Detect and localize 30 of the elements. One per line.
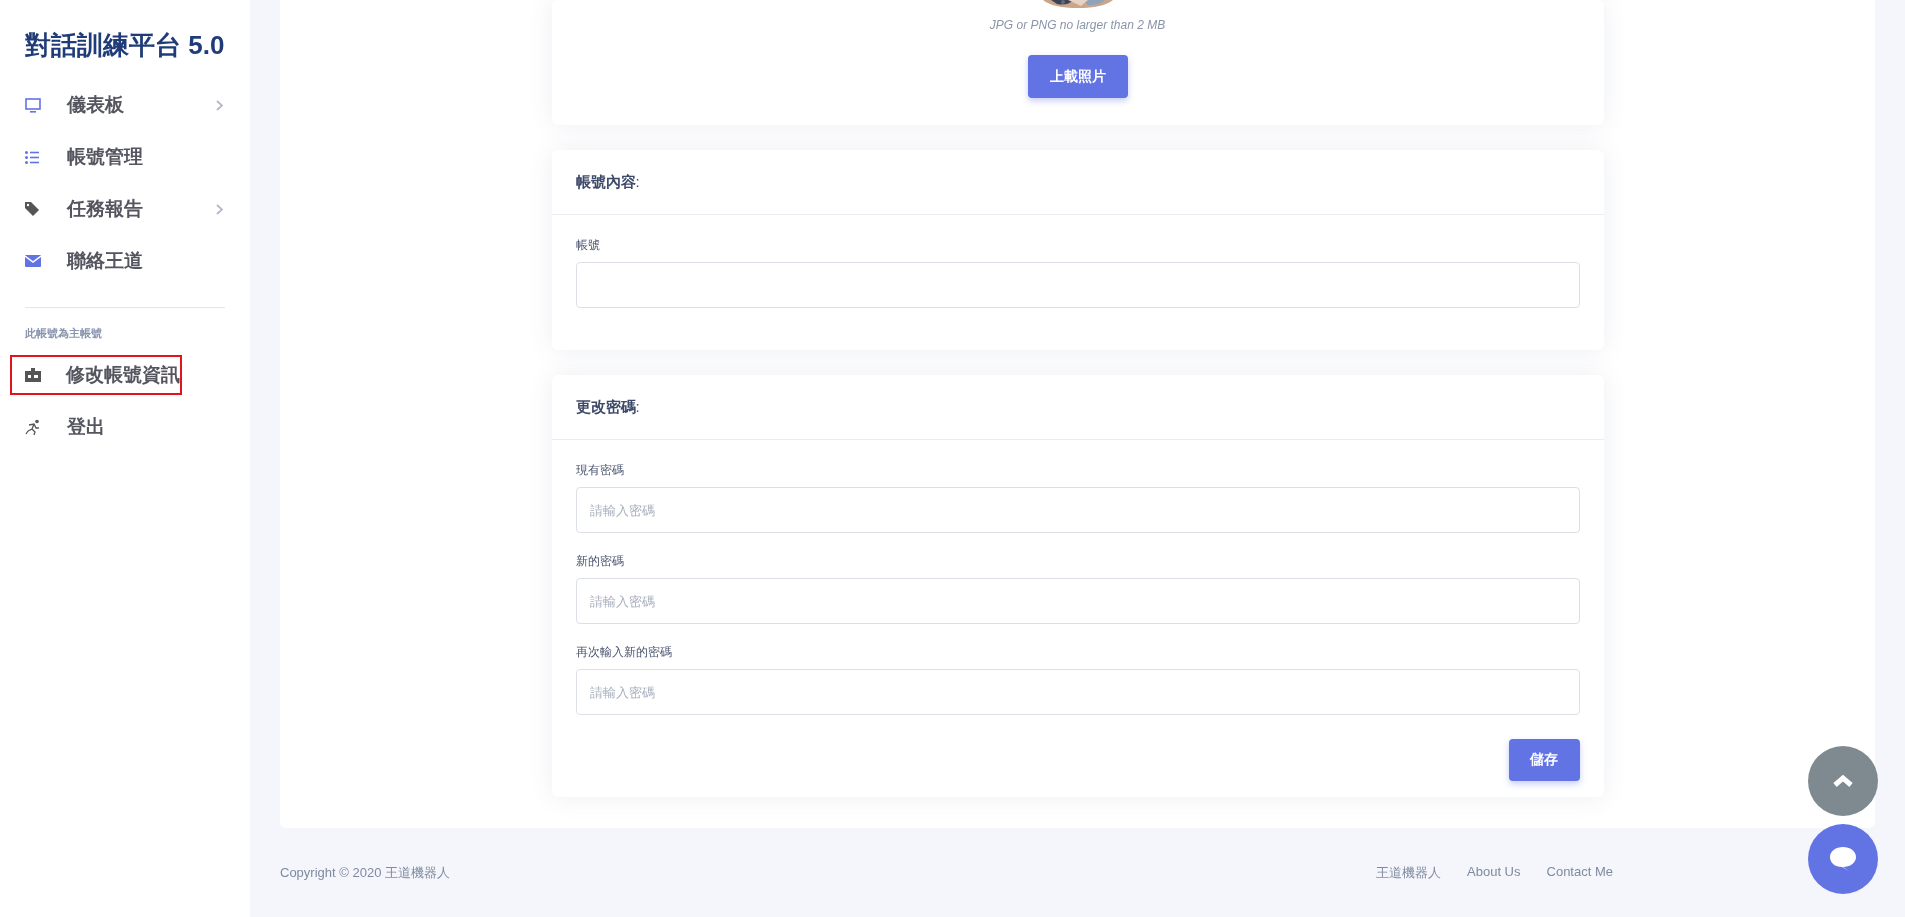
running-figure-icon [25, 419, 41, 435]
sidebar-item[interactable]: 儀表板 [10, 85, 225, 125]
monitor-icon [25, 97, 41, 113]
chat-bubble-icon [1829, 846, 1857, 872]
tag-icon [25, 202, 39, 216]
card-title: 更改密碼: [575, 397, 640, 417]
field-label: 新的密碼 [575, 553, 625, 570]
field-label: 帳號 [575, 237, 601, 254]
sidebar-item[interactable]: 登出 [10, 407, 225, 447]
save-button[interactable]: 儲存 [1508, 739, 1580, 781]
field-label: 再次輸入新的密碼 [575, 644, 673, 661]
app-title: 對話訓練平台 5.0 [24, 29, 225, 62]
chevron-up-icon [1832, 774, 1854, 788]
password-field[interactable]: 請輸入密碼 [575, 578, 1580, 624]
account-field[interactable] [575, 262, 1580, 308]
upload-photo-button[interactable]: 上載照片 [1027, 55, 1128, 98]
sidebar-item[interactable]: 聯絡王道 [10, 241, 225, 281]
sidebar-item[interactable]: 任務報告 [10, 189, 225, 229]
id-badge-icon [25, 368, 41, 382]
password-field[interactable]: 請輸入密碼 [575, 669, 1580, 715]
password-field[interactable]: 請輸入密碼 [575, 487, 1580, 533]
card-title: 帳號內容: [575, 172, 640, 192]
list-icon [25, 150, 39, 164]
upload-hint: JPG or PNG no larger than 2 MB [989, 18, 1166, 32]
field-label: 現有密碼 [575, 462, 625, 479]
section-label: 此帳號為主帳號 [24, 326, 103, 341]
copyright-text: Copyright © 2020 王道機器人 [280, 863, 450, 882]
mail-icon [25, 255, 41, 267]
sidebar-item[interactable]: 修改帳號資訊 [10, 355, 182, 395]
sidebar-item[interactable]: 帳號管理 [10, 137, 225, 177]
